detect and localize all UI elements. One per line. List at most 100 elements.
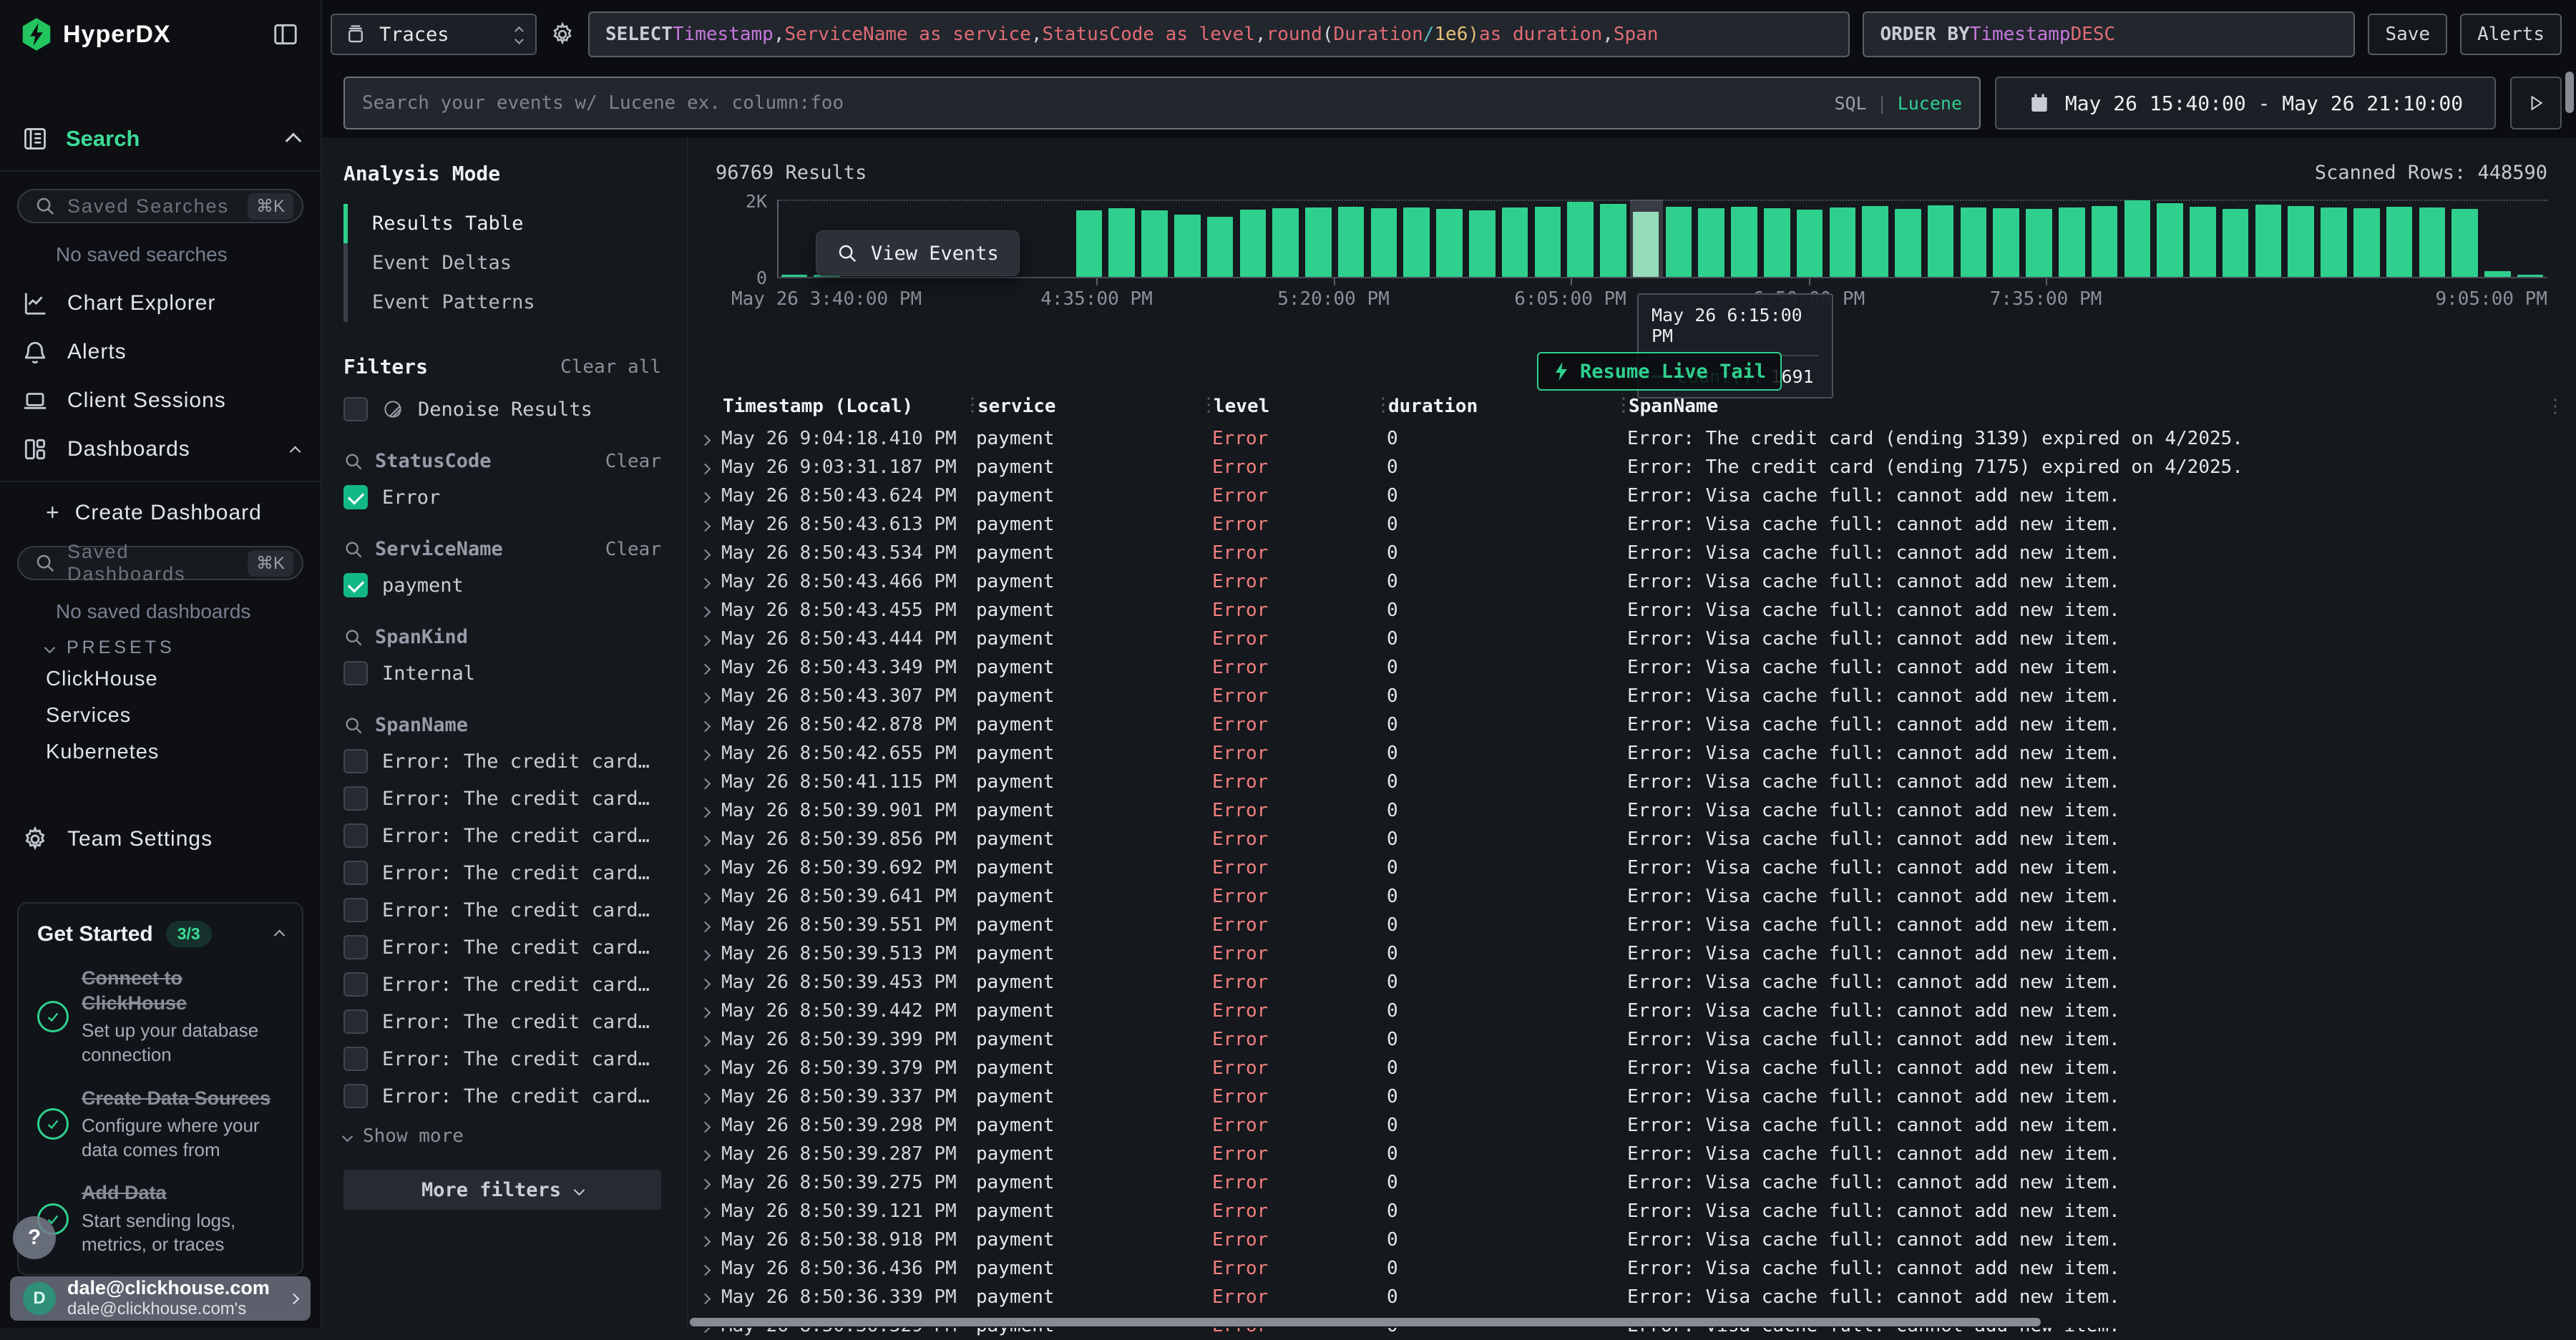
histogram-bar[interactable] — [1141, 210, 1168, 277]
histogram-bar[interactable] — [1666, 207, 1692, 277]
filter-checkbox-row[interactable]: Error: The credit card … — [343, 898, 661, 922]
table-row[interactable]: May 26 8:50:38.918 PM payment Error 0 Er… — [688, 1226, 2576, 1254]
histogram-bar[interactable] — [1633, 212, 1659, 277]
histogram-bar[interactable] — [2517, 275, 2544, 277]
checkbox[interactable] — [343, 1047, 368, 1071]
table-row[interactable]: May 26 8:50:39.901 PM payment Error 0 Er… — [688, 796, 2576, 825]
sidebar-item-dashboards[interactable]: Dashboards — [0, 425, 321, 474]
histogram-bar[interactable] — [2255, 205, 2282, 277]
source-settings-gear-icon[interactable] — [550, 21, 575, 47]
table-row[interactable]: May 26 8:50:43.307 PM payment Error 0 Er… — [688, 682, 2576, 710]
table-row[interactable]: May 26 8:50:43.613 PM payment Error 0 Er… — [688, 510, 2576, 539]
table-row[interactable]: May 26 8:50:43.534 PM payment Error 0 Er… — [688, 539, 2576, 567]
filter-checkbox-row[interactable]: Error: The credit card … — [343, 935, 661, 959]
save-button[interactable]: Save — [2368, 14, 2447, 55]
chevron-up-icon[interactable] — [275, 928, 283, 941]
histogram-bar[interactable] — [1403, 207, 1430, 277]
histogram-bar[interactable] — [2190, 207, 2216, 277]
chevron-up-icon[interactable] — [290, 446, 301, 457]
histogram-bar[interactable] — [1502, 207, 1528, 277]
table-row[interactable]: May 26 8:50:39.442 PM payment Error 0 Er… — [688, 997, 2576, 1025]
order-by-editor[interactable]: ORDER BY Timestamp DESC — [1863, 11, 2355, 57]
horizontal-scrollbar[interactable] — [688, 1316, 2565, 1328]
row-expand-icon[interactable] — [701, 714, 709, 735]
histogram-bar[interactable] — [1764, 208, 1790, 277]
row-expand-icon[interactable] — [701, 428, 709, 449]
row-expand-icon[interactable] — [701, 514, 709, 535]
histogram-bar[interactable] — [1535, 207, 1561, 277]
preset-dashboard-link[interactable]: Services — [0, 698, 321, 734]
checkbox[interactable] — [343, 661, 368, 685]
table-row[interactable]: May 26 8:50:43.466 PM payment Error 0 Er… — [688, 567, 2576, 596]
histogram-bar[interactable] — [2419, 207, 2446, 277]
get-started-item[interactable]: Connect to ClickHouse Set up your databa… — [37, 966, 283, 1067]
table-row[interactable]: May 26 8:50:39.337 PM payment Error 0 Er… — [688, 1082, 2576, 1111]
scrollbar-thumb[interactable] — [690, 1318, 2041, 1326]
table-row[interactable]: May 26 8:50:42.655 PM payment Error 0 Er… — [688, 739, 2576, 768]
checkbox[interactable] — [343, 1084, 368, 1108]
table-row[interactable]: May 26 8:50:39.379 PM payment Error 0 Er… — [688, 1054, 2576, 1082]
get-started-item[interactable]: Add Data Start sending logs, metrics, or… — [37, 1180, 283, 1257]
preset-dashboard-link[interactable]: ClickHouse — [0, 661, 321, 698]
search-icon[interactable] — [343, 539, 364, 559]
table-row[interactable]: May 26 8:50:43.455 PM payment Error 0 Er… — [688, 596, 2576, 625]
table-row[interactable]: May 26 8:50:39.275 PM payment Error 0 Er… — [688, 1168, 2576, 1197]
table-row[interactable]: May 26 8:50:43.444 PM payment Error 0 Er… — [688, 625, 2576, 653]
more-filters-button[interactable]: More filters — [343, 1170, 661, 1210]
sidebar-item-team-settings[interactable]: Team Settings — [0, 815, 321, 864]
search-icon[interactable] — [343, 451, 364, 471]
histogram-bar[interactable] — [1993, 208, 2019, 277]
histogram-bar[interactable] — [1338, 207, 1365, 277]
histogram-bar[interactable] — [1305, 207, 1332, 277]
filter-checkbox-row[interactable]: Internal — [343, 661, 661, 685]
row-expand-icon[interactable] — [701, 600, 709, 621]
table-row[interactable]: May 26 8:50:42.878 PM payment Error 0 Er… — [688, 710, 2576, 739]
table-row[interactable]: May 26 8:50:39.856 PM payment Error 0 Er… — [688, 825, 2576, 854]
filter-clear-button[interactable]: Clear — [605, 539, 661, 560]
row-expand-icon[interactable] — [701, 914, 709, 936]
table-row[interactable]: May 26 8:50:43.349 PM payment Error 0 Er… — [688, 653, 2576, 682]
row-expand-icon[interactable] — [701, 685, 709, 707]
row-expand-icon[interactable] — [701, 1258, 709, 1279]
histogram-bar[interactable] — [1371, 208, 1397, 277]
show-more-button[interactable]: Show more — [343, 1125, 661, 1147]
histogram-bar[interactable] — [1698, 208, 1724, 277]
row-expand-icon[interactable] — [701, 1200, 709, 1222]
row-expand-icon[interactable] — [701, 828, 709, 850]
saved-dashboards-input[interactable]: Saved Dashboards ⌘K — [17, 546, 303, 580]
column-header-service[interactable]: service — [976, 396, 1212, 417]
date-range-picker[interactable]: May 26 15:40:00 - May 26 21:10:00 — [1995, 77, 2496, 129]
vertical-scrollbar-thumb[interactable] — [2565, 72, 2574, 113]
filter-checkbox-row[interactable]: Error: The credit card … — [343, 1009, 661, 1034]
sidebar-item-search[interactable]: Search — [0, 106, 321, 172]
histogram-bar[interactable] — [1862, 206, 1888, 277]
row-expand-icon[interactable] — [701, 943, 709, 964]
row-expand-icon[interactable] — [701, 628, 709, 650]
filter-checkbox-row[interactable]: Error: The credit card … — [343, 861, 661, 885]
table-row[interactable]: May 26 8:50:39.298 PM payment Error 0 Er… — [688, 1111, 2576, 1140]
histogram-bar[interactable] — [1108, 208, 1135, 277]
histogram-bar[interactable] — [1731, 207, 1757, 277]
row-expand-icon[interactable] — [701, 542, 709, 564]
sql-select-editor[interactable]: SELECT Timestamp, ServiceName as service… — [588, 11, 1850, 57]
denoise-results-checkbox[interactable]: Denoise Results — [343, 397, 661, 421]
table-row[interactable]: May 26 9:04:18.410 PM payment Error 0 Er… — [688, 424, 2576, 453]
sidebar-item-alerts[interactable]: Alerts — [0, 328, 321, 376]
checkbox[interactable] — [343, 935, 368, 959]
row-expand-icon[interactable] — [701, 743, 709, 764]
histogram-bar[interactable] — [2223, 209, 2249, 277]
table-row[interactable]: May 26 8:50:39.692 PM payment Error 0 Er… — [688, 854, 2576, 882]
table-row[interactable]: May 26 8:50:39.121 PM payment Error 0 Er… — [688, 1197, 2576, 1226]
table-row[interactable]: May 26 8:50:39.453 PM payment Error 0 Er… — [688, 968, 2576, 997]
histogram-bar[interactable] — [1207, 217, 1234, 277]
row-expand-icon[interactable] — [701, 1286, 709, 1308]
presets-toggle[interactable]: PRESETS — [46, 637, 321, 658]
create-dashboard-button[interactable]: + Create Dashboard — [0, 482, 321, 533]
chevron-up-icon[interactable] — [286, 133, 302, 150]
lucene-mode-toggle[interactable]: Lucene — [1898, 93, 1962, 114]
column-header-spanname[interactable]: SpanName — [1627, 396, 2547, 417]
filter-checkbox-row[interactable]: Error: The credit card … — [343, 749, 661, 773]
histogram-bar[interactable] — [2484, 271, 2511, 277]
row-expand-icon[interactable] — [701, 771, 709, 793]
row-expand-icon[interactable] — [701, 800, 709, 821]
